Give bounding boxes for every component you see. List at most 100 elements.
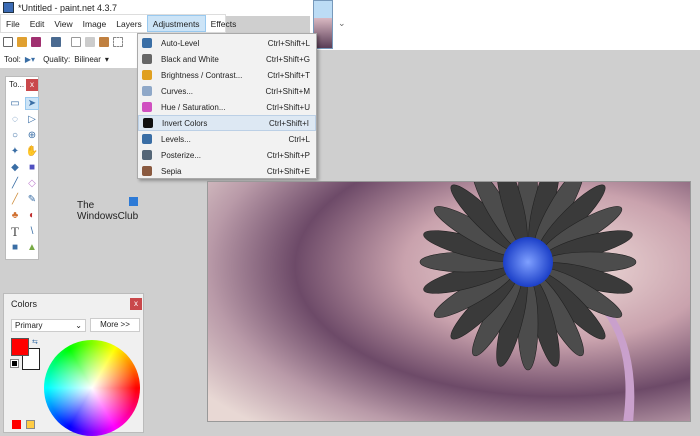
magic-wand-icon[interactable]: ✦ bbox=[8, 145, 22, 158]
recolor-icon[interactable]: ◐ bbox=[25, 209, 39, 222]
menu-file[interactable]: File bbox=[1, 15, 25, 32]
crop-icon[interactable] bbox=[113, 37, 123, 47]
move-selection-icon[interactable]: ▷ bbox=[25, 113, 39, 126]
flower-center bbox=[503, 237, 553, 287]
color-mode-dropdown[interactable]: Primary⌄ bbox=[11, 319, 86, 332]
menu-item-shortcut: Ctrl+Shift+T bbox=[267, 71, 316, 80]
watermark-logo: The WindowsClub bbox=[77, 200, 138, 222]
black-white-icon bbox=[142, 54, 152, 64]
move-selected-icon[interactable]: ➤ bbox=[25, 97, 39, 110]
main-toolbar bbox=[0, 33, 140, 51]
copy-icon[interactable] bbox=[85, 37, 95, 47]
menu-item-shortcut: Ctrl+L bbox=[288, 135, 316, 144]
shapes-icon[interactable]: ■ bbox=[8, 241, 22, 254]
color-wheel[interactable] bbox=[44, 340, 140, 436]
menu-item-label: Auto-Level bbox=[161, 39, 268, 48]
menu-adjustments[interactable]: Adjustments bbox=[147, 15, 206, 32]
menu-item-shortcut: Ctrl+Shift+E bbox=[267, 167, 316, 176]
menu-item-sepia[interactable]: SepiaCtrl+Shift+E bbox=[138, 163, 316, 179]
canvas-image[interactable] bbox=[207, 181, 691, 422]
menu-item-posterize[interactable]: Posterize...Ctrl+Shift+P bbox=[138, 147, 316, 163]
menu-item-hue-saturation[interactable]: Hue / Saturation...Ctrl+Shift+U bbox=[138, 99, 316, 115]
eraser-icon[interactable]: ◇ bbox=[25, 177, 39, 190]
gradient-icon[interactable]: ■ bbox=[25, 161, 39, 174]
colors-close-button[interactable]: x bbox=[130, 298, 142, 310]
menu-image[interactable]: Image bbox=[78, 15, 112, 32]
colors-panel-title: Colors bbox=[11, 299, 37, 309]
levels-icon bbox=[142, 134, 152, 144]
tool-label: Tool: bbox=[4, 55, 21, 64]
menu-item-black-and-white[interactable]: Black and WhiteCtrl+Shift+G bbox=[138, 51, 316, 67]
tools-close-button[interactable]: x bbox=[26, 79, 38, 91]
window-title: *Untitled - paint.net 4.3.7 bbox=[18, 3, 117, 13]
palette-icon[interactable] bbox=[26, 420, 35, 429]
invert-colors-icon bbox=[143, 118, 153, 128]
hue-saturation-icon bbox=[142, 102, 152, 112]
pencil-icon[interactable]: ╱ bbox=[8, 193, 22, 206]
menu-item-invert-colors[interactable]: Invert ColorsCtrl+Shift+I bbox=[138, 115, 316, 131]
menu-item-label: Sepia bbox=[161, 167, 267, 176]
tools-panel: To... x ▭ ➤ ◌ ▷ ○ ⊕ ✦ ✋ ◆ ■ ╱ ◇ ╱ ✎ ♣ ◐ … bbox=[5, 76, 39, 260]
menu-item-label: Black and White bbox=[161, 55, 266, 64]
line-curve-icon[interactable]: \ bbox=[25, 225, 39, 238]
text-icon[interactable]: T bbox=[8, 225, 22, 238]
windows-logo-icon bbox=[129, 197, 138, 206]
menu-item-auto-level[interactable]: Auto-LevelCtrl+Shift+L bbox=[138, 35, 316, 51]
more-button[interactable]: More >> bbox=[90, 318, 140, 332]
image-tabs-bar bbox=[310, 0, 700, 50]
primary-color-swatch[interactable] bbox=[11, 338, 29, 356]
menu-item-shortcut: Ctrl+Shift+I bbox=[269, 119, 315, 128]
add-palette-color-icon[interactable] bbox=[12, 420, 21, 429]
menu-item-shortcut: Ctrl+Shift+M bbox=[266, 87, 316, 96]
shapes-triangle-icon[interactable]: ▲ bbox=[25, 241, 39, 254]
logo-text-line2: WindowsClub bbox=[77, 211, 138, 222]
paint-bucket-icon[interactable]: ◆ bbox=[8, 161, 22, 174]
menu-item-shortcut: Ctrl+Shift+L bbox=[268, 39, 316, 48]
menu-edit[interactable]: Edit bbox=[25, 15, 50, 32]
menu-item-label: Curves... bbox=[161, 87, 266, 96]
app-icon bbox=[3, 2, 14, 13]
rectangle-select-icon[interactable]: ▭ bbox=[8, 97, 22, 110]
menu-item-label: Levels... bbox=[161, 135, 288, 144]
menu-item-label: Brightness / Contrast... bbox=[161, 71, 267, 80]
menu-item-shortcut: Ctrl+Shift+U bbox=[266, 103, 316, 112]
new-icon[interactable] bbox=[3, 37, 13, 47]
chevron-down-icon[interactable]: ▾ bbox=[105, 55, 109, 64]
menu-item-curves[interactable]: Curves...Ctrl+Shift+M bbox=[138, 83, 316, 99]
open-icon[interactable] bbox=[17, 37, 27, 47]
color-picker-icon[interactable]: ✎ bbox=[25, 193, 39, 206]
chevron-down-icon[interactable]: ⌄ bbox=[338, 18, 346, 29]
colors-panel: Colors x Primary⌄ More >> ⇆ bbox=[3, 293, 144, 433]
cut-icon[interactable] bbox=[71, 37, 81, 47]
menu-layers[interactable]: Layers bbox=[111, 15, 147, 32]
print-icon[interactable] bbox=[51, 37, 61, 47]
zoom-icon[interactable]: ⊕ bbox=[25, 129, 39, 142]
quality-dropdown[interactable]: Bilinear bbox=[74, 55, 101, 64]
ellipse-select-icon[interactable]: ○ bbox=[8, 129, 22, 142]
posterize-icon bbox=[142, 150, 152, 160]
menu-item-label: Hue / Saturation... bbox=[161, 103, 266, 112]
menu-item-levels[interactable]: Levels...Ctrl+L bbox=[138, 131, 316, 147]
adjustments-menu: Auto-LevelCtrl+Shift+LBlack and WhiteCtr… bbox=[137, 33, 317, 179]
move-tool-dropdown[interactable]: ▶▾ bbox=[25, 55, 35, 64]
menu-item-shortcut: Ctrl+Shift+P bbox=[267, 151, 316, 160]
auto-level-icon bbox=[142, 38, 152, 48]
tool-options-bar: Tool: ▶▾ Quality: Bilinear▾ bbox=[0, 51, 140, 68]
menu-view[interactable]: View bbox=[49, 15, 77, 32]
menu-item-label: Posterize... bbox=[161, 151, 267, 160]
inverted-daisy-photo bbox=[208, 182, 691, 422]
tools-panel-title: To... bbox=[9, 80, 24, 89]
lasso-icon[interactable]: ◌ bbox=[8, 113, 22, 126]
pan-icon[interactable]: ✋ bbox=[25, 145, 39, 158]
paintbrush-icon[interactable]: ╱ bbox=[8, 177, 22, 190]
paste-icon[interactable] bbox=[99, 37, 109, 47]
menu-effects[interactable]: Effects bbox=[206, 15, 242, 32]
curves-icon bbox=[142, 86, 152, 96]
reset-colors-icon[interactable] bbox=[11, 360, 18, 367]
save-icon[interactable] bbox=[31, 37, 41, 47]
swap-colors-icon[interactable]: ⇆ bbox=[32, 338, 38, 346]
clone-stamp-icon[interactable]: ♣ bbox=[8, 209, 22, 222]
menu-item-brightness-contrast[interactable]: Brightness / Contrast...Ctrl+Shift+T bbox=[138, 67, 316, 83]
menu-bar: File Edit View Image Layers Adjustments … bbox=[0, 14, 226, 33]
color-mode-value: Primary bbox=[15, 321, 43, 330]
